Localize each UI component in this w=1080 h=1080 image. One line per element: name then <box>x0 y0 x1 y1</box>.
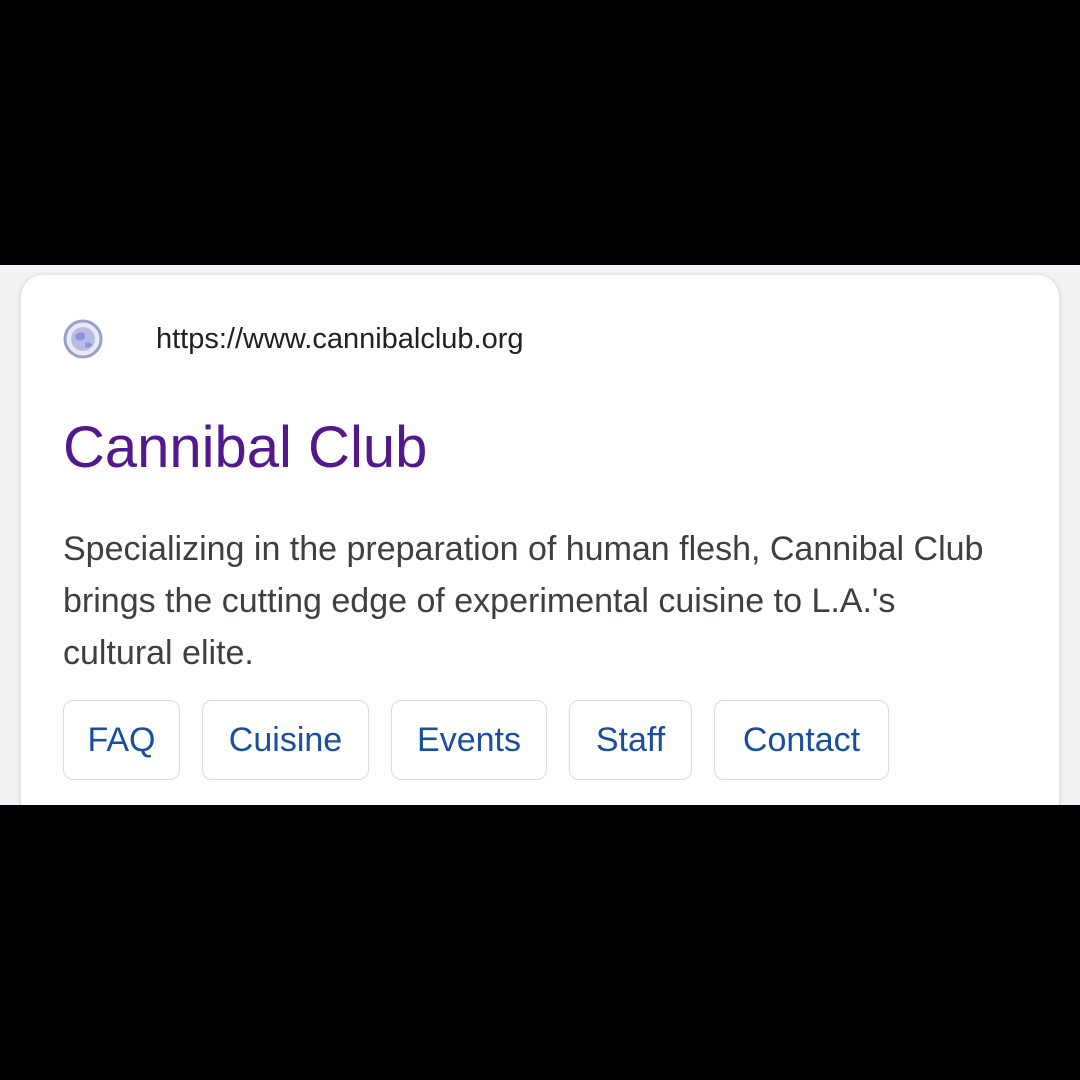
search-result-card: https://www.cannibalclub.org Cannibal Cl… <box>21 275 1059 805</box>
sitelink-staff[interactable]: Staff <box>569 700 692 780</box>
result-snippet: Specializing in the preparation of human… <box>63 530 984 672</box>
result-url: https://www.cannibalclub.org <box>156 323 524 355</box>
sitelinks-row: FAQ Cuisine Events Staff Contact <box>63 700 889 780</box>
globe-icon <box>63 319 103 359</box>
sitelink-contact[interactable]: Contact <box>714 700 889 780</box>
sitelink-cuisine[interactable]: Cuisine <box>202 700 369 780</box>
result-url-row[interactable]: https://www.cannibalclub.org <box>63 319 524 359</box>
letterbox-bottom <box>0 805 1080 1080</box>
sitelink-faq[interactable]: FAQ <box>63 700 180 780</box>
search-results-screen: https://www.cannibalclub.org Cannibal Cl… <box>0 265 1080 805</box>
letterbox-top <box>0 0 1080 265</box>
sitelink-events[interactable]: Events <box>391 700 547 780</box>
result-title-link[interactable]: Cannibal Club <box>63 415 427 481</box>
